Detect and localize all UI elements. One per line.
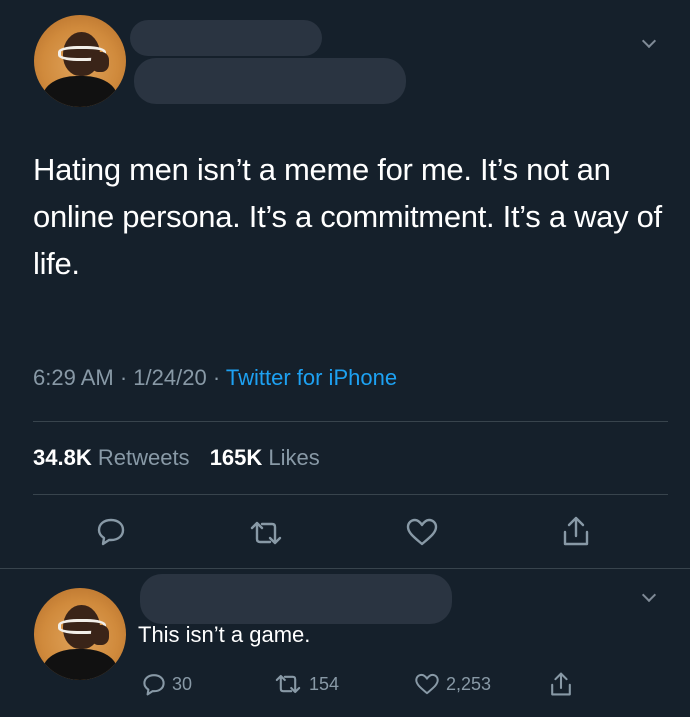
reply-author-name-redacted bbox=[140, 574, 452, 624]
avatar-body bbox=[43, 75, 117, 107]
reply-share-button[interactable] bbox=[549, 670, 573, 698]
retweet-icon bbox=[250, 521, 282, 545]
divider bbox=[33, 421, 668, 422]
tweet-source-link[interactable]: Twitter for iPhone bbox=[226, 365, 397, 390]
reply-like-button[interactable]: 2,253 bbox=[414, 672, 491, 696]
divider bbox=[0, 568, 690, 569]
heart-icon bbox=[415, 673, 439, 695]
like-button[interactable] bbox=[405, 517, 439, 547]
reply-retweets-count: 154 bbox=[309, 673, 340, 694]
retweets-count[interactable]: 34.8K bbox=[33, 445, 92, 470]
retweet-icon bbox=[275, 674, 301, 694]
tweet-meta: 6:29 AM · 1/24/20 · Twitter for iPhone bbox=[33, 365, 397, 391]
reply-retweet-button[interactable]: 154 bbox=[273, 672, 339, 696]
tweet-date: 1/24/20 bbox=[133, 365, 207, 390]
meta-separator: · bbox=[212, 365, 221, 390]
reply-author-avatar[interactable] bbox=[34, 588, 126, 680]
chevron-down-icon[interactable] bbox=[642, 36, 656, 50]
author-avatar[interactable] bbox=[34, 15, 126, 107]
reply-replies-count: 30 bbox=[172, 673, 193, 694]
share-icon bbox=[563, 516, 589, 546]
avatar-hand bbox=[91, 624, 110, 646]
likes-count[interactable]: 165K bbox=[210, 445, 263, 470]
avatar-hand bbox=[91, 51, 110, 73]
tweet-stats: 34.8K Retweets 165K Likes bbox=[33, 445, 334, 471]
tweet-time: 6:29 AM bbox=[33, 365, 114, 390]
likes-label[interactable]: Likes bbox=[268, 445, 319, 470]
heart-icon bbox=[406, 518, 438, 546]
meta-separator: · bbox=[119, 365, 128, 390]
reply-text: This isn’t a game. bbox=[138, 622, 311, 647]
divider bbox=[33, 494, 668, 495]
reply-reply-button[interactable]: 30 bbox=[142, 672, 192, 696]
reply-button[interactable] bbox=[96, 516, 126, 546]
retweet-button[interactable] bbox=[248, 518, 284, 548]
chevron-down-icon[interactable] bbox=[642, 590, 656, 604]
share-icon bbox=[551, 672, 571, 696]
author-handle-redacted bbox=[134, 58, 406, 104]
reply-icon bbox=[143, 674, 165, 696]
retweets-label[interactable]: Retweets bbox=[98, 445, 190, 470]
avatar-body bbox=[43, 648, 117, 680]
reply-icon bbox=[97, 518, 125, 546]
reply-likes-count: 2,253 bbox=[446, 673, 492, 694]
tweet-text: Hating men isn’t a meme for me. It’s not… bbox=[33, 152, 662, 281]
share-button[interactable] bbox=[561, 514, 591, 548]
author-display-name-redacted bbox=[130, 20, 322, 56]
